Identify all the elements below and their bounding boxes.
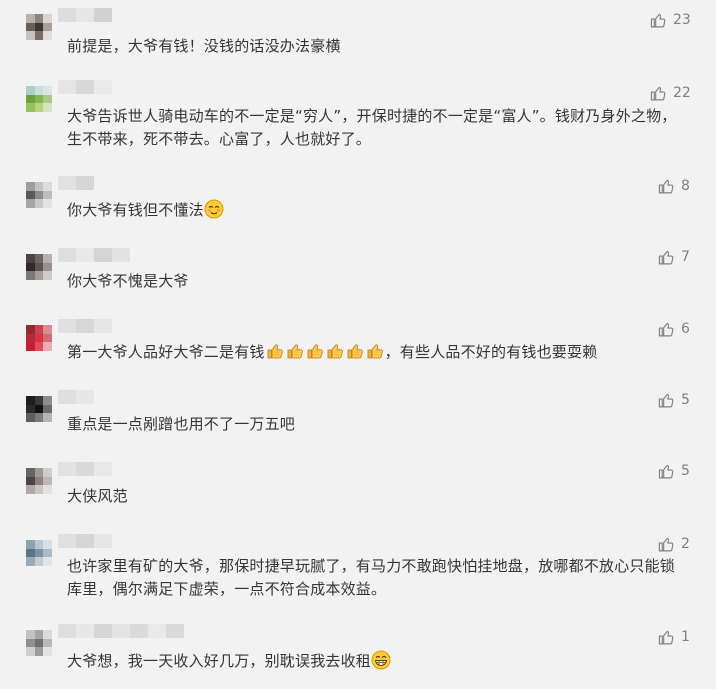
like-button[interactable]: 1 xyxy=(658,628,690,646)
thumbs-up-icon xyxy=(658,179,674,193)
comment-text: 也许家里有矿的大爷，那保时捷早玩腻了，有马力不敢跑快怕挂地盘，放哪都不放心只能锁… xyxy=(67,557,676,598)
like-count: 5 xyxy=(681,392,690,408)
comment-text: 大爷想，我一天收入好几万，别耽误我去收租 xyxy=(67,650,688,677)
nickname-mosaic xyxy=(58,624,184,638)
like-button[interactable]: 5 xyxy=(658,462,690,480)
like-button[interactable]: 6 xyxy=(658,320,690,338)
thumbs-up-icon xyxy=(658,537,674,551)
blush-emoji xyxy=(204,199,224,226)
like-count: 1 xyxy=(681,629,690,645)
avatar[interactable] xyxy=(26,14,52,40)
like-button[interactable]: 8 xyxy=(658,177,690,195)
avatar[interactable] xyxy=(26,254,52,280)
like-count: 7 xyxy=(681,249,690,265)
thumbs-up-emoji-row xyxy=(265,343,385,361)
comment-text-body: 大爷想，我一天收入好几万，别耽误我去收租 xyxy=(67,652,372,670)
thumbs-up-emoji xyxy=(265,341,285,368)
comment-text-body: 你大爷有钱但不懂法 xyxy=(67,201,204,219)
nickname-mosaic xyxy=(58,80,112,94)
avatar[interactable] xyxy=(26,325,52,351)
nickname-mosaic xyxy=(58,319,112,333)
like-count: 6 xyxy=(681,321,690,337)
like-count: 23 xyxy=(673,12,691,28)
thumbs-up-icon xyxy=(650,86,666,100)
comment-text: 重点是一点剐蹭也用不了一万五吧 xyxy=(67,415,296,433)
comment-text: 你大爷不愧是大爷 xyxy=(67,272,189,290)
like-count: 5 xyxy=(681,463,690,479)
thumbs-up-icon xyxy=(658,393,674,407)
comment-text: 前提是，大爷有钱！没钱的话没办法豪横 xyxy=(67,37,341,55)
avatar[interactable] xyxy=(26,182,52,208)
comment-text: 你大爷有钱但不懂法 xyxy=(67,199,688,226)
thumbs-up-emoji xyxy=(365,341,385,368)
nickname-mosaic xyxy=(58,534,112,548)
like-count: 2 xyxy=(681,536,690,552)
avatar[interactable] xyxy=(26,630,52,656)
thumbs-up-icon xyxy=(658,322,674,336)
thumbs-up-icon xyxy=(658,464,674,478)
thumbs-up-emoji xyxy=(345,341,365,368)
thumbs-up-icon xyxy=(658,630,674,644)
thumbs-up-emoji xyxy=(285,341,305,368)
nickname-mosaic xyxy=(58,462,112,476)
thumbs-up-emoji xyxy=(305,341,325,368)
comment-text: 第一大爷人品好大爷二是有钱 ，有些人品不好的有钱也要耍赖 xyxy=(67,341,688,368)
avatar[interactable] xyxy=(26,540,52,566)
like-button[interactable]: 7 xyxy=(658,248,690,266)
comment-text-part-b: ，有些人品不好的有钱也要耍赖 xyxy=(384,343,598,361)
like-count: 22 xyxy=(673,85,691,101)
like-button[interactable]: 23 xyxy=(650,11,691,29)
avatar[interactable] xyxy=(26,468,52,494)
comment-text: 大爷告诉世人骑电动车的不一定是“穷人”，开保时捷的不一定是“富人”。钱财乃身外之… xyxy=(67,107,677,148)
avatar[interactable] xyxy=(26,86,52,112)
grin-emoji xyxy=(371,650,391,677)
nickname-mosaic xyxy=(58,176,94,190)
avatar[interactable] xyxy=(26,396,52,422)
comment-text-part-a: 第一大爷人品好大爷二是有钱 xyxy=(67,343,265,361)
like-button[interactable]: 5 xyxy=(658,391,690,409)
comments-page: { "comments": [ {"text": "前提是，大爷有钱！没钱的话没… xyxy=(0,0,716,689)
like-count: 8 xyxy=(681,178,690,194)
nickname-mosaic xyxy=(58,248,130,262)
like-button[interactable]: 2 xyxy=(658,535,690,553)
nickname-mosaic xyxy=(58,390,94,404)
comment-text: 大侠风范 xyxy=(67,487,128,505)
thumbs-up-emoji xyxy=(325,341,345,368)
thumbs-up-icon xyxy=(658,250,674,264)
like-button[interactable]: 22 xyxy=(650,84,691,102)
nickname-mosaic xyxy=(58,8,112,22)
thumbs-up-icon xyxy=(650,13,666,27)
